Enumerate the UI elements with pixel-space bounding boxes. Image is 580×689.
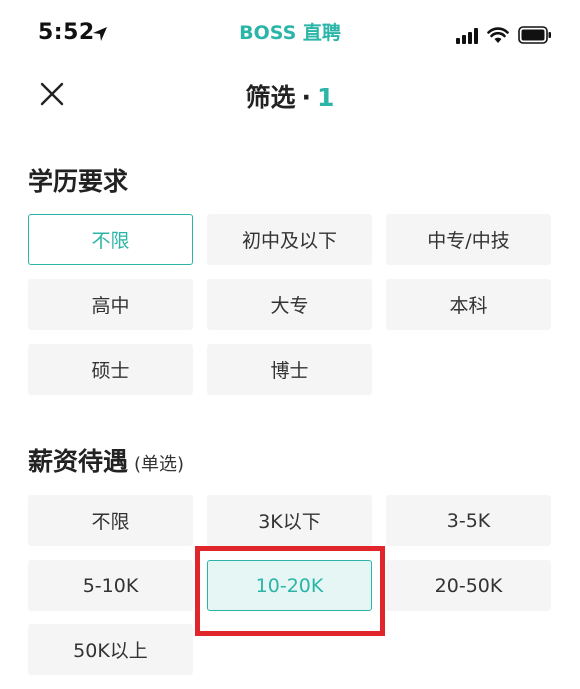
education-option-high-school[interactable]: 高中 xyxy=(28,279,193,330)
salary-subtitle: (单选) xyxy=(134,454,185,475)
education-option-doctor[interactable]: 博士 xyxy=(207,344,372,395)
salary-title: 薪资待遇 xyxy=(28,447,129,476)
education-section-title: 学历要求 xyxy=(28,162,128,198)
salary-option-5-10k[interactable]: 5-10K xyxy=(28,560,193,611)
filter-count: 1 xyxy=(317,83,335,112)
title-text: 筛选 xyxy=(245,83,296,112)
status-bar: 5:52 BOSS 直聘 xyxy=(0,0,580,64)
salary-section-title: 薪资待遇 (单选) xyxy=(28,442,184,478)
battery-icon xyxy=(518,26,551,44)
salary-option-unlimited[interactable]: 不限 xyxy=(28,495,193,546)
education-option-college[interactable]: 大专 xyxy=(207,279,372,330)
salary-option-under-3k[interactable]: 3K以下 xyxy=(207,495,372,546)
education-option-master[interactable]: 硕士 xyxy=(28,344,193,395)
education-option-junior-high[interactable]: 初中及以下 xyxy=(207,214,372,265)
wifi-icon xyxy=(487,27,509,43)
salary-option-10-20k[interactable]: 10-20K xyxy=(207,560,372,611)
education-title: 学历要求 xyxy=(28,167,129,196)
cellular-signal-icon xyxy=(456,28,478,44)
page-title: 筛选 · 1 xyxy=(0,78,580,114)
salary-option-20-50k[interactable]: 20-50K xyxy=(386,560,551,611)
title-separator: · xyxy=(301,83,312,112)
education-option-vocational[interactable]: 中专/中技 xyxy=(386,214,551,265)
education-option-bachelor[interactable]: 本科 xyxy=(386,279,551,330)
education-option-unlimited[interactable]: 不限 xyxy=(28,214,193,265)
salary-option-3-5k[interactable]: 3-5K xyxy=(386,495,551,546)
salary-option-over-50k[interactable]: 50K以上 xyxy=(28,624,193,675)
